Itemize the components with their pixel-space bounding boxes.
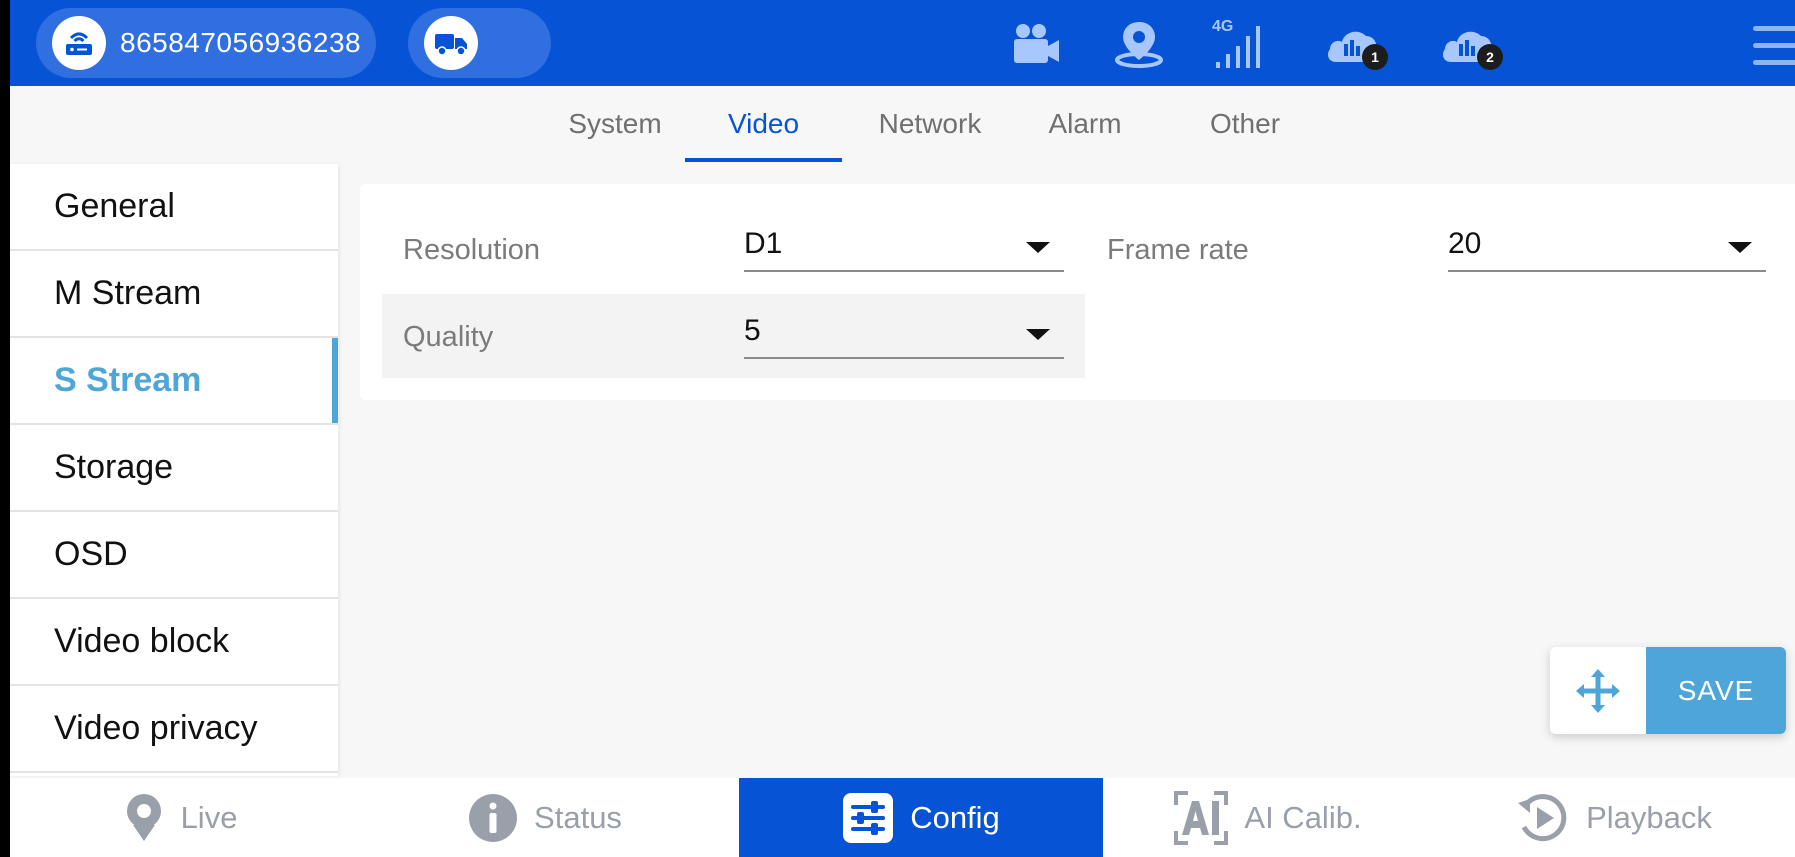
quality-select[interactable]: 5 — [744, 305, 1064, 359]
sidebar-item-video-privacy[interactable]: Video privacy — [10, 686, 338, 773]
nav-status[interactable]: Status — [350, 778, 740, 857]
sidebar-item-video-block[interactable]: Video block — [10, 599, 338, 686]
cloud-server-2-badge: 2 — [1477, 44, 1503, 70]
truck-icon — [424, 16, 478, 70]
gps-location-icon — [1112, 14, 1166, 74]
bottom-nav: Live Status Config AI Calib. Playback — [10, 778, 1795, 857]
resolution-select[interactable]: D1 — [744, 218, 1064, 272]
frame-rate-label: Frame rate — [1107, 234, 1249, 266]
live-pin-icon — [123, 793, 165, 843]
camera-icon — [1010, 14, 1062, 74]
quality-label: Quality — [403, 321, 494, 353]
cloud-server-2-icon: 2 — [1437, 14, 1503, 74]
frame-rate-chevron-down-icon — [1728, 242, 1752, 253]
nav-ai-calib[interactable]: AI Calib. — [1103, 778, 1433, 857]
save-widget: SAVE — [1550, 647, 1786, 734]
quality-chevron-down-icon — [1026, 329, 1050, 340]
resolution-label: Resolution — [403, 234, 541, 266]
hamburger-menu-icon[interactable] — [1753, 26, 1795, 68]
info-icon — [468, 793, 518, 843]
nav-config[interactable]: Config — [739, 778, 1103, 857]
nav-live-label: Live — [180, 799, 238, 835]
sidebar-item-osd[interactable]: OSD — [10, 512, 338, 599]
sidebar-item-m-stream[interactable]: M Stream — [10, 251, 338, 338]
save-button[interactable]: SAVE — [1646, 647, 1786, 734]
nav-config-label: Config — [910, 799, 1000, 835]
signal-4g-icon: 4G — [1210, 14, 1266, 74]
tab-system[interactable]: System — [550, 86, 680, 162]
config-tabs: System Video Network Alarm Other — [10, 86, 1795, 162]
top-bar: 865847056936238 4G 1 2 — [10, 0, 1795, 86]
ai-icon — [1174, 790, 1229, 845]
signal-4g-label: 4G — [1212, 18, 1234, 35]
sidebar-item-storage[interactable]: Storage — [10, 425, 338, 512]
nav-live[interactable]: Live — [10, 778, 350, 857]
nav-ai-calib-label: AI Calib. — [1244, 799, 1362, 835]
tab-video[interactable]: Video — [685, 86, 842, 162]
device-pill[interactable]: 865847056936238 — [36, 8, 376, 78]
frame-rate-select[interactable]: 20 — [1448, 218, 1766, 272]
nav-playback-label: Playback — [1586, 799, 1712, 835]
quality-value: 5 — [744, 314, 761, 347]
resolution-value: D1 — [744, 227, 783, 260]
tab-network[interactable]: Network — [860, 86, 1000, 162]
move-handle-button[interactable] — [1550, 647, 1646, 734]
sidebar-item-s-stream[interactable]: S Stream — [10, 338, 338, 425]
app-root: 865847056936238 4G 1 2 System Video Netw… — [10, 0, 1795, 857]
playback-icon — [1516, 791, 1570, 845]
resolution-chevron-down-icon — [1026, 242, 1050, 253]
move-arrows-icon — [1576, 668, 1620, 713]
vehicle-pill[interactable] — [408, 8, 551, 78]
nav-status-label: Status — [534, 799, 622, 835]
cloud-server-1-badge: 1 — [1362, 44, 1388, 70]
device-id: 865847056936238 — [120, 27, 362, 58]
nav-playback[interactable]: Playback — [1433, 778, 1795, 857]
frame-rate-value: 20 — [1448, 227, 1482, 260]
router-icon — [52, 16, 106, 70]
sidebar-item-general[interactable]: General — [10, 164, 338, 251]
tab-other[interactable]: Other — [1175, 86, 1315, 162]
stream-settings-card: Resolution D1 Frame rate 20 Quality 5 — [360, 184, 1795, 400]
tab-alarm[interactable]: Alarm — [1015, 86, 1155, 162]
config-sliders-icon — [842, 792, 894, 844]
sidebar: General M Stream S Stream Storage OSD Vi… — [10, 164, 338, 776]
cloud-server-1-icon: 1 — [1322, 14, 1388, 74]
